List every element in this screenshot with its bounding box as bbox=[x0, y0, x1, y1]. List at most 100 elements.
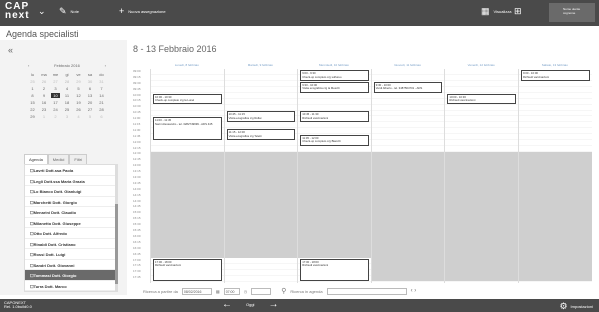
mini-day[interactable]: 8 bbox=[28, 93, 37, 98]
scrollbar[interactable] bbox=[115, 164, 118, 292]
next-month-icon[interactable]: › bbox=[105, 63, 106, 68]
search-icon[interactable]: ⚲ bbox=[281, 287, 286, 295]
appointment[interactable]: 9:30 - 10:00 Visita ecografica c/g la Mes… bbox=[300, 81, 369, 93]
mini-day[interactable]: 19 bbox=[74, 100, 83, 105]
mini-day[interactable]: 2 bbox=[40, 86, 49, 91]
date-input[interactable]: 08/02/2016 bbox=[181, 287, 212, 295]
mini-day[interactable]: 27 bbox=[86, 107, 95, 112]
mini-day[interactable]: 6 bbox=[86, 86, 95, 91]
clock-icon[interactable]: ◷ bbox=[244, 289, 248, 294]
mini-day[interactable]: 17 bbox=[51, 100, 60, 105]
mini-day[interactable]: 25 bbox=[63, 107, 72, 112]
collapse-icon[interactable]: « bbox=[8, 45, 13, 55]
user-menu[interactable]: Nome utente cognome bbox=[549, 3, 595, 22]
day-column[interactable]: Sabato, 13 febbraio 9:00 - 10:00 Richiedi … bbox=[518, 60, 592, 283]
mini-day[interactable]: 7 bbox=[97, 86, 106, 91]
time-input[interactable]: 07:00 bbox=[223, 287, 240, 295]
doctor-item[interactable]: ☐Lavrti Dott.ssa Paola bbox=[25, 165, 117, 176]
mini-day[interactable]: 1 bbox=[28, 86, 37, 91]
top-bar: CAP next ⌄ ✎ Note + Nuova assegnazione ▦ Vis… bbox=[0, 0, 599, 26]
mini-day[interactable]: 26 bbox=[40, 79, 49, 84]
new-booking-button[interactable]: + Nuova assegnazione bbox=[119, 7, 166, 16]
unavailable-block bbox=[445, 151, 518, 282]
mini-day[interactable]: 29 bbox=[74, 79, 83, 84]
doctor-item[interactable]: ☐Legli Dott.ssa Maria Grazia bbox=[25, 176, 117, 186]
doctor-item[interactable]: ☐Otto Dott. Alfredo bbox=[25, 228, 117, 239]
calendar-icon[interactable]: ▦ bbox=[216, 289, 220, 294]
mini-day[interactable]: 18 bbox=[63, 100, 72, 105]
mini-day[interactable]: 4 bbox=[74, 114, 83, 119]
mini-day[interactable]: 20 bbox=[86, 100, 95, 105]
day-column[interactable]: Venerdì, 12 febbraio 10:00 - 10:30 Richied… bbox=[444, 60, 518, 283]
search-input[interactable] bbox=[326, 287, 407, 295]
doctor-item[interactable]: ☐Tommasi Dott. Giorgio bbox=[25, 270, 117, 281]
prev-month-icon[interactable]: ‹ bbox=[28, 63, 29, 68]
mini-day[interactable]: 27 bbox=[51, 79, 60, 84]
appointment[interactable]: 17:00 - 18:00 Richiedi vaccinazioni bbox=[153, 258, 222, 282]
appointment[interactable]: 10:45 - 11:30 Richiedi vaccinazioni bbox=[300, 111, 369, 123]
doctor-item[interactable]: ☐Marchetti Dott. Giorgio bbox=[25, 197, 117, 207]
mini-day[interactable]: 3 bbox=[63, 114, 72, 119]
settings-button[interactable]: ⚙ Impostazioni bbox=[559, 302, 593, 311]
mini-day[interactable]: 4 bbox=[63, 86, 72, 91]
mini-day[interactable]: 1 bbox=[40, 114, 49, 119]
arrow-right-icon[interactable]: → bbox=[268, 300, 278, 310]
mini-day[interactable]: 30 bbox=[86, 79, 95, 84]
doctor-item[interactable]: ☐Lo Bianco Dott. Gianluigi bbox=[25, 186, 117, 197]
mini-day[interactable]: 6 bbox=[97, 114, 106, 119]
mini-day[interactable]: 10 bbox=[51, 93, 60, 98]
mini-day[interactable]: 11 bbox=[63, 93, 72, 98]
day-column[interactable]: Lunedì, 8 febbraio 10:00 - 10:30 Check-up … bbox=[150, 60, 224, 283]
plus-icon: + bbox=[119, 6, 125, 16]
mini-day[interactable]: 28 bbox=[63, 79, 72, 84]
mini-day[interactable]: 28 bbox=[97, 107, 106, 112]
today-button[interactable]: Oggi bbox=[246, 302, 254, 307]
appointment[interactable]: 9:00 - 9:30 Check-up completo c/g sulfure… bbox=[300, 70, 369, 81]
doctor-item[interactable]: ☐Milanetto Dott. Giuseppe bbox=[25, 218, 117, 228]
empty-input[interactable] bbox=[251, 287, 272, 295]
mini-day[interactable]: 2 bbox=[51, 114, 60, 119]
mini-day[interactable]: 5 bbox=[74, 86, 83, 91]
mini-day[interactable]: 25 bbox=[28, 79, 37, 84]
mini-day[interactable]: 24 bbox=[51, 107, 60, 112]
mini-day[interactable]: 13 bbox=[86, 93, 95, 98]
mini-day[interactable]: 15 bbox=[28, 100, 37, 105]
day-column[interactable]: Giovedì, 11 febbraio 9:30 - 10:00 Verdi Al… bbox=[370, 60, 445, 283]
app-logo[interactable]: CAP next bbox=[5, 2, 30, 21]
notes-button[interactable]: ✎ Note bbox=[59, 7, 79, 16]
appointment[interactable]: 11:00 - 11:45 Narni Alessandro - tel. 328… bbox=[153, 117, 222, 140]
mini-day[interactable]: 22 bbox=[28, 107, 37, 112]
appointment[interactable]: 10:45 - 11:15 Visita ecografica c/g Rolla… bbox=[226, 111, 296, 123]
mini-day[interactable]: 9 bbox=[40, 93, 49, 98]
appointment[interactable]: 11:45 - 12:00 Check-up completo c/g Bianc… bbox=[300, 134, 369, 146]
mini-day[interactable]: 5 bbox=[86, 114, 95, 119]
appointment[interactable]: 9:30 - 10:00 Verdi Alberto - tel. 3487564… bbox=[373, 81, 443, 93]
doctor-item[interactable]: ☐Rinaldi Dott. Cristiano bbox=[25, 239, 117, 249]
doctor-item[interactable]: ☐Menarini Dott. Claudio bbox=[25, 207, 117, 218]
doctor-item[interactable]: ☐Rossi Dott. Luigi bbox=[25, 249, 117, 260]
doctor-item[interactable]: ☐Turra Dott. Marco bbox=[25, 281, 117, 291]
appointment-desc: Verdi Alberto - tel. 3487564701 - ADS bbox=[375, 86, 423, 91]
prev-next-icons[interactable]: ‹ › bbox=[411, 288, 417, 294]
mini-day[interactable]: 14 bbox=[97, 93, 106, 98]
view-button[interactable]: ▦ Visualizza bbox=[481, 7, 511, 16]
mini-day[interactable]: 16 bbox=[40, 100, 49, 105]
mini-day[interactable]: 26 bbox=[74, 107, 83, 112]
mini-day[interactable]: 12 bbox=[74, 93, 83, 98]
chevron-down-icon[interactable]: ⌄ bbox=[38, 7, 46, 16]
mini-day[interactable]: 31 bbox=[97, 79, 106, 84]
day-column[interactable]: Mercoledì, 10 febbraio 9:00 - 9:30 Check-u… bbox=[297, 60, 371, 283]
mini-day[interactable]: 21 bbox=[97, 100, 106, 105]
appointment[interactable]: 9:00 - 10:00 Richiedi vaccinazioni bbox=[521, 70, 590, 81]
arrow-left-icon[interactable]: ← bbox=[222, 300, 232, 310]
appointment[interactable]: 10:00 - 10:30 Check-up completo c/g la Lu… bbox=[153, 93, 222, 105]
doctor-item[interactable]: ☐Sandri Dott. Giovanni bbox=[25, 260, 117, 270]
day-column[interactable]: Martedì, 9 febbraio 10:45 - 11:15 Visita e… bbox=[223, 60, 298, 283]
appointment[interactable]: 10:00 - 10:30 Richiedi vaccinazioni bbox=[447, 93, 516, 105]
grid-menu-button[interactable]: ⊞ bbox=[514, 7, 522, 16]
mini-day[interactable]: 3 bbox=[51, 86, 60, 91]
mini-day[interactable]: 23 bbox=[40, 107, 49, 112]
mini-day[interactable]: 29 bbox=[28, 114, 37, 119]
appointment[interactable]: 11:15 - 12:00 Visita ecografica c/g Telet… bbox=[226, 129, 296, 140]
appointment[interactable]: 17:00 - 18:00 Richiedi vaccinazioni bbox=[300, 258, 369, 282]
